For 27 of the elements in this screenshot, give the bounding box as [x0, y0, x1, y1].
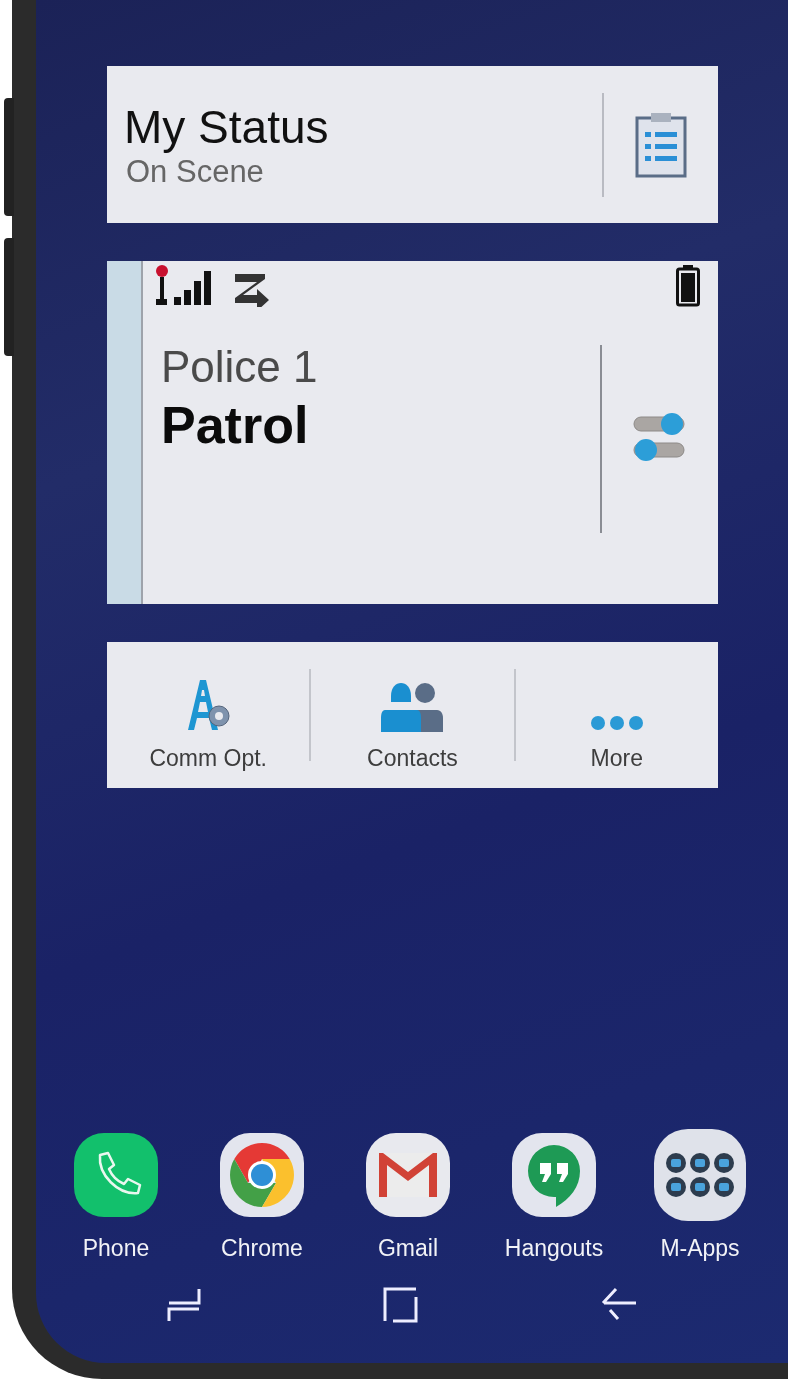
- app-folder-icon[interactable]: [654, 1129, 746, 1221]
- recent-apps-icon[interactable]: [166, 1287, 203, 1323]
- browser-app-icon[interactable]: [220, 1133, 304, 1217]
- status-widget[interactable]: My Status On Scene: [107, 66, 718, 223]
- app-label: Hangouts: [504, 1235, 604, 1261]
- chat-app-icon[interactable]: [512, 1133, 596, 1217]
- app-label: Phone: [82, 1235, 150, 1261]
- ellipsis-icon: [588, 714, 645, 732]
- unit-name: Police 1: [161, 341, 319, 393]
- clipboard-list-icon[interactable]: [635, 111, 687, 178]
- phone-app-icon[interactable]: [74, 1133, 158, 1217]
- mail-app-icon[interactable]: [366, 1133, 450, 1217]
- app-label: M-Apps: [660, 1235, 740, 1261]
- quick-action-button[interactable]: Contacts: [311, 642, 514, 788]
- unit-widget[interactable]: Police 1 Patrol: [107, 261, 718, 604]
- home-icon[interactable]: [383, 1287, 419, 1323]
- transfer-arrow-icon: [233, 271, 271, 307]
- app-label: Chrome: [221, 1235, 303, 1261]
- battery-icon: [676, 265, 700, 307]
- status-title: My Status: [124, 99, 330, 154]
- back-icon[interactable]: [599, 1287, 638, 1323]
- unit-status: Patrol: [161, 395, 310, 456]
- people-icon: [381, 680, 444, 732]
- quick-action-button[interactable]: More: [515, 642, 718, 788]
- quick-action-button[interactable]: Comm Opt.: [107, 642, 310, 788]
- status-value: On Scene: [125, 153, 265, 190]
- app-label: Gmail: [377, 1235, 439, 1261]
